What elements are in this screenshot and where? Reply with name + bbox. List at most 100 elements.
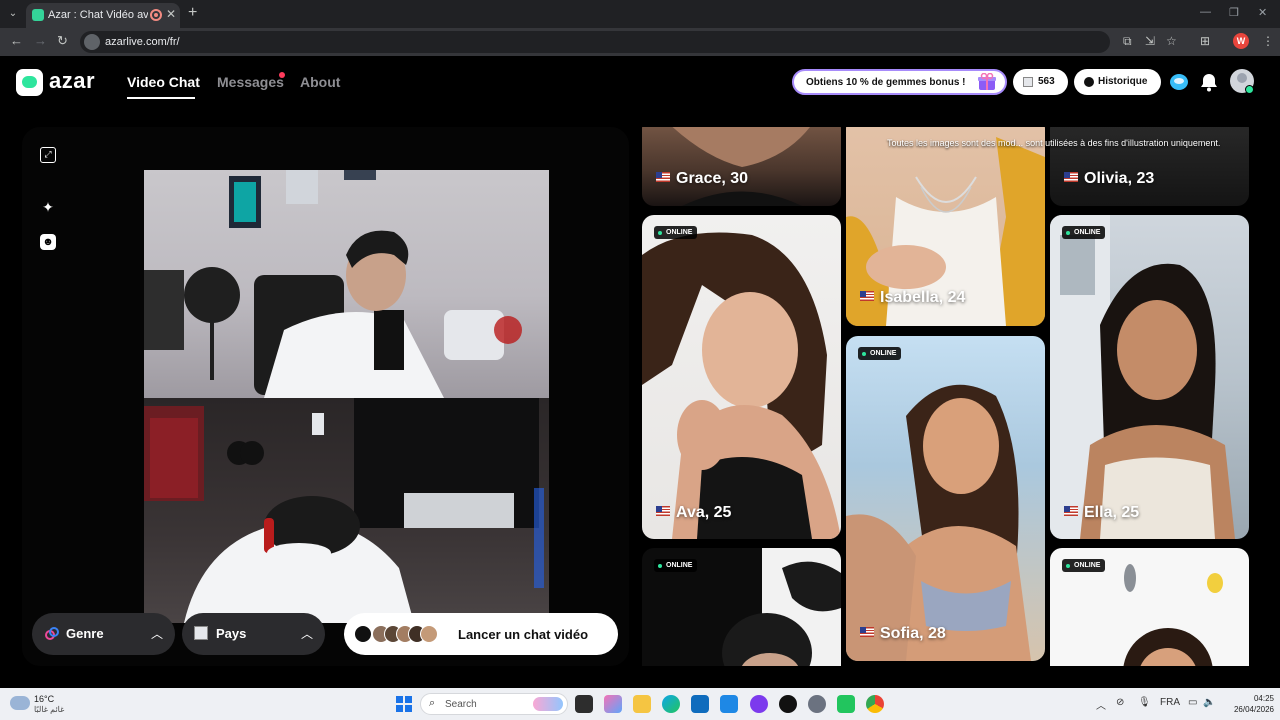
us-flag-icon [656,172,670,182]
extensions-icon[interactable]: ⊞ [1200,34,1210,48]
profile-name: Sofia, 28 [860,625,946,643]
profile-card[interactable]: ONLINE Sofia, 28 [846,336,1045,661]
profiles-grid: Grace, 30 ONLINE Ava, 25 ONLINE Isabella… [642,127,1250,666]
profile-card[interactable]: Grace, 30 [642,127,841,206]
whatsapp-icon[interactable] [837,695,855,713]
chrome-icon[interactable] [866,695,884,713]
gift-icon [978,73,996,90]
app-header: azar Video Chat Messages About Obtiens 1… [0,56,1280,110]
search-highlight-icon [533,697,563,711]
tab-search-chevron-icon[interactable]: ⌄ [4,5,22,23]
us-flag-icon [860,627,874,637]
profile-name: Isabella, 24 [860,289,965,307]
new-tab-plus-icon[interactable]: + [188,5,197,21]
tab-close-icon[interactable]: ✕ [166,7,176,21]
taskbar-search[interactable]: ⌕ Search [420,693,568,715]
genre-selector[interactable]: Genre ︿ [32,613,175,655]
profile-name: Grace, 30 [656,170,748,188]
magic-wand-icon[interactable]: ✦ [40,199,56,215]
bonus-gems-button[interactable]: Obtiens 10 % de gemmes bonus ! [792,69,1007,95]
launch-video-chat-button[interactable]: Lancer un chat vidéo [344,613,618,655]
outlook-icon[interactable] [720,695,738,713]
language-indicator[interactable]: FRA [1160,697,1180,708]
azar-favicon-icon [32,9,44,21]
settings-gear-icon[interactable] [808,695,826,713]
history-label: Historique [1098,76,1148,87]
forward-arrow-icon[interactable]: → [34,33,47,48]
profile-card[interactable]: ONLINE [642,548,841,666]
search-label: Search [445,699,477,710]
windows-taskbar: 16°C غائم غالبًا ⌕ Search ︿ ⊘ 🎙 FRA ▭ 🔈 … [0,688,1280,720]
windows-start-icon[interactable] [396,696,412,712]
notification-bell-icon[interactable] [1198,71,1220,93]
self-camera-feed [144,398,549,623]
tray-chevron-up-icon[interactable]: ︿ [1096,697,1106,712]
window-close-icon[interactable]: ✕ [1258,6,1267,19]
bookmark-star-icon[interactable]: ☆ [1166,34,1177,48]
profile-name: Olivia, 23 [1064,170,1154,188]
browser-toolbar: ← → ↻ azarlive.com/fr/ ⧉ ⇲ ☆ ⊞ W ⋮ [0,28,1280,56]
search-icon: ⌕ [429,697,436,709]
expand-icon[interactable]: ⤢ [40,147,56,163]
bonus-gems-label: Obtiens 10 % de gemmes bonus ! [806,77,966,88]
clock-date: 26/04/2026 [1233,705,1274,714]
profile-name: Ava, 25 [656,504,731,522]
gems-balance-button[interactable]: 563 [1013,69,1068,95]
copilot-icon[interactable] [604,695,622,713]
profile-card[interactable]: ONLINE Ava, 25 [642,215,841,539]
messenger-icon[interactable] [750,695,768,713]
azar-logo-text[interactable]: azar [49,68,95,94]
restore-icon[interactable]: ❐ [1229,6,1239,19]
translate-icon[interactable]: ⧉ [1123,34,1132,49]
country-selector[interactable]: Pays ︿ [182,613,325,655]
task-view-icon[interactable] [575,695,593,713]
system-clock[interactable]: 04:25 26/04/2026 [1222,693,1274,715]
gender-icon [45,627,59,640]
profile-card[interactable]: ONLINE [1050,548,1249,666]
address-bar[interactable]: azarlive.com/fr/ [80,31,1110,53]
microphone-icon[interactable]: 🎙 [1138,697,1151,708]
online-badge: ONLINE [1062,559,1106,572]
us-flag-icon [1064,506,1078,516]
us-flag-icon [656,506,670,516]
online-badge: ONLINE [858,347,902,360]
user-thumb [420,625,438,643]
azar-logo-icon[interactable] [16,69,43,96]
menu-kebab-icon[interactable]: ⋮ [1262,34,1274,48]
profile-avatar[interactable]: W [1233,33,1249,49]
back-arrow-icon[interactable]: ← [10,33,23,48]
country-label: Pays [216,626,247,641]
online-status-badge [1245,85,1254,94]
partner-camera-feed [144,170,549,398]
face-filter-icon[interactable]: ☻ [40,234,56,250]
gems-count: 563 [1038,76,1055,87]
browser-tab[interactable]: Azar : Chat Vidéo avec de n ✕ [26,3,180,28]
active-nav-underline [127,97,195,99]
history-clock-icon [1084,77,1094,87]
chat-bubble-icon[interactable] [1168,71,1190,93]
store-icon[interactable] [691,695,709,713]
profile-card[interactable]: ONLINE Ella, 25 [1050,215,1249,539]
reload-icon[interactable]: ↻ [57,33,68,49]
genre-label: Genre [66,626,104,641]
history-button[interactable]: Historique [1074,69,1161,95]
nav-about[interactable]: About [300,74,340,90]
network-off-icon[interactable]: ⊘ [1116,697,1124,708]
profile-card[interactable]: Isabella, 24 [846,127,1045,326]
file-explorer-icon[interactable] [633,695,651,713]
install-app-icon[interactable]: ⇲ [1145,34,1155,48]
minimize-icon[interactable]: — [1200,6,1211,18]
country-flag-icon [194,626,208,640]
site-info-icon[interactable] [84,34,100,50]
illustration-disclaimer: Toutes les images sont des mod... sont u… [887,138,1221,148]
launch-label: Lancer un chat vidéo [458,627,589,642]
profile-name: Ella, 25 [1064,504,1139,522]
nav-video-chat[interactable]: Video Chat [127,74,200,90]
tab-title: Azar : Chat Vidéo avec de n [48,9,148,21]
volume-icon[interactable]: 🔈 [1203,697,1215,708]
recording-app-icon[interactable] [779,695,797,713]
display-icon[interactable]: ▭ [1188,697,1197,708]
weather-cloud-icon[interactable] [10,696,30,710]
edge-icon[interactable] [662,695,680,713]
nav-messages[interactable]: Messages [217,74,284,90]
